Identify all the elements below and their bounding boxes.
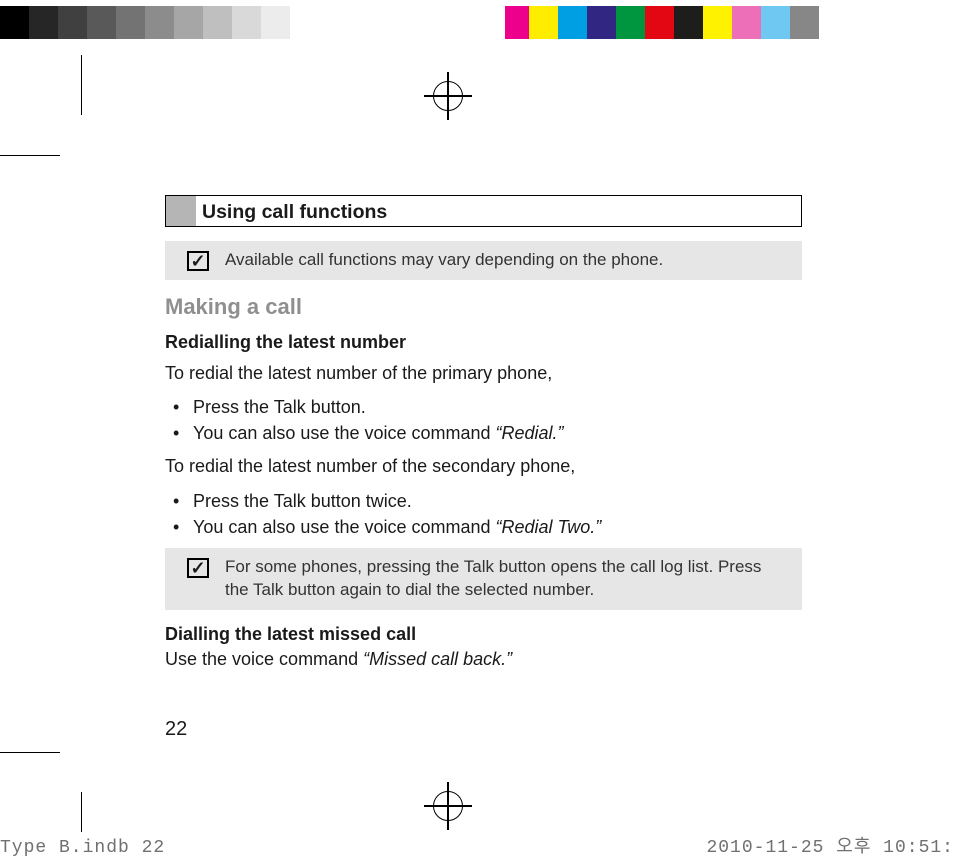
note-box: ✓ For some phones, pressing the Talk but… — [165, 548, 802, 610]
section-tab — [166, 196, 196, 226]
section-header: Using call functions — [165, 195, 802, 227]
list-text: You can also use the voice command — [193, 423, 496, 443]
footer-left: Type B.indb 22 — [0, 838, 165, 858]
checkmark-icon: ✓ — [187, 251, 209, 271]
page-content: Using call functions ✓ Available call fu… — [165, 195, 802, 680]
voice-command: “Redial Two.” — [496, 517, 602, 537]
checkmark-icon: ✓ — [187, 558, 209, 578]
list-item: Press the Talk button twice. — [165, 488, 802, 514]
print-color-bar — [0, 6, 954, 39]
crop-mark — [81, 55, 82, 115]
list-text: Press the Talk button twice. — [193, 491, 412, 511]
voice-command: “Redial.” — [496, 423, 564, 443]
paragraph: To redial the latest number of the secon… — [165, 454, 802, 479]
paragraph: To redial the latest number of the prima… — [165, 361, 802, 386]
page-number: 22 — [165, 718, 187, 741]
paragraph: Use the voice command “Missed call back.… — [165, 647, 802, 672]
voice-command: “Missed call back.” — [363, 649, 512, 669]
heading-3: Dialling the latest missed call — [165, 624, 802, 645]
footer-right: 2010-11-25 오후 10:51: — [706, 832, 954, 858]
crop-mark — [81, 792, 82, 832]
list-item: Press the Talk button. — [165, 394, 802, 420]
note-text: For some phones, pressing the Talk butto… — [225, 556, 788, 602]
section-title: Using call functions — [196, 196, 395, 226]
list-text: Press the Talk button. — [193, 397, 366, 417]
list-text: You can also use the voice command — [193, 517, 496, 537]
list-item: You can also use the voice command “Redi… — [165, 420, 802, 446]
note-box: ✓ Available call functions may vary depe… — [165, 241, 802, 280]
registration-mark-icon — [424, 782, 472, 830]
heading-3: Redialling the latest number — [165, 332, 802, 353]
list-item: You can also use the voice command “Redi… — [165, 514, 802, 540]
paragraph-text: Use the voice command — [165, 649, 363, 669]
registration-mark-icon — [424, 72, 472, 120]
heading-2: Making a call — [165, 294, 802, 320]
note-text: Available call functions may vary depend… — [225, 249, 663, 272]
crop-mark — [0, 155, 60, 156]
bullet-list: Press the Talk button twice. You can als… — [165, 488, 802, 540]
bullet-list: Press the Talk button. You can also use … — [165, 394, 802, 446]
crop-mark — [0, 752, 60, 753]
